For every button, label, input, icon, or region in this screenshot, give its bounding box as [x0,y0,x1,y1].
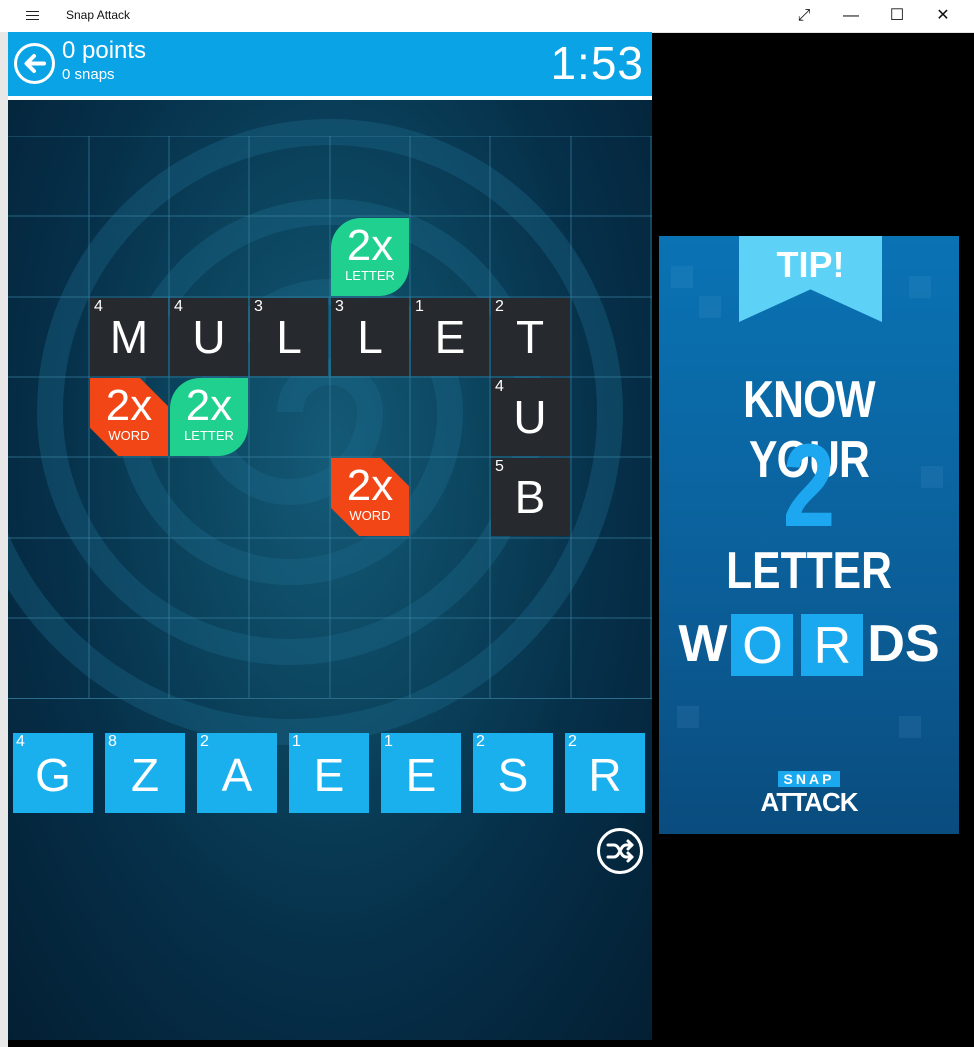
ad-decor-square [671,266,693,288]
tile-letter: E [313,749,345,801]
snaps-label: 0 snaps [62,66,115,83]
ad-words-line: W O R DS [659,614,959,680]
ad-letter: W [678,615,728,673]
ad-letter-tile: O [731,614,794,676]
game-board[interactable]: 4 M 4 U 3 L 3 L 1 E 2 T 4 U 5 B 2x LETTE… [8,136,652,699]
bonus-kind: LETTER [345,268,395,283]
rack-tile[interactable]: 4 G [13,733,93,813]
score-header: 0 points 0 snaps 1:53 [8,32,652,96]
rack-tile[interactable]: 8 Z [105,733,185,813]
board-tile[interactable]: 3 L [331,298,409,376]
bonus-kind: LETTER [184,428,234,443]
close-icon[interactable]: ✕ [920,0,966,32]
board-tile[interactable]: 5 B [491,458,569,536]
logo-bottom-text: ATTACK [760,787,858,817]
rack-tile[interactable]: 1 E [289,733,369,813]
ad-number: 2 [782,420,836,552]
double-letter-bonus[interactable]: 2x LETTER [331,218,409,296]
board-tile[interactable]: 1 E [411,298,489,376]
ad-letter-tile: R [801,614,864,676]
rack-tile[interactable]: 2 R [565,733,645,813]
tile-letter: U [513,391,547,443]
header-divider [8,96,652,100]
tile-letter: L [276,311,302,363]
hamburger-icon[interactable] [18,5,46,27]
tile-letter: T [515,311,545,363]
tile-letter: A [221,749,253,801]
window-edge [0,32,8,1047]
tile-letter: L [357,311,383,363]
tile-letter: Z [130,749,160,801]
tile-letter: U [192,311,226,363]
ad-subline: LETTER [726,542,892,600]
game-area: 0 points 0 snaps 1:53 4 M 4 U 3 L 3 L 1 … [8,32,652,1040]
tile-letter: S [497,749,529,801]
countdown-timer: 1:53 [550,37,644,89]
tile-letter: E [405,749,437,801]
app-title: Snap Attack [66,8,131,22]
tile-letter: M [109,311,149,363]
board-tile[interactable]: 4 M [90,298,168,376]
tile-letter: E [434,311,466,363]
tip-banner: TIP! [739,236,882,322]
bonus-multiplier: 2x [346,221,394,270]
logo-top-text: SNAP [777,771,841,787]
shuffle-icon[interactable] [597,828,643,874]
board-tile[interactable]: 4 U [491,378,569,456]
expand-icon[interactable]: ⤢ [781,0,827,32]
double-letter-bonus[interactable]: 2x LETTER [170,378,248,456]
rack-tile[interactable]: 1 E [381,733,461,813]
points-label: 0 points [62,37,147,64]
tip-label: TIP! [776,244,845,285]
rack-tile[interactable]: 2 S [473,733,553,813]
tile-letter: R [588,749,622,801]
board-tile[interactable]: 4 U [170,298,248,376]
tip-advertisement[interactable]: TIP! KNOW YOUR 2 LETTER W O R DS SNAP ATTAC… [659,236,959,834]
maximize-icon[interactable]: ☐ [874,0,920,32]
minimize-icon[interactable]: — [828,0,874,32]
board-tile[interactable]: 3 L [250,298,328,376]
tile-letter: B [514,471,546,523]
ad-letter: DS [867,615,940,673]
tile-letter: G [35,749,71,801]
back-arrow-icon[interactable] [14,43,55,84]
rack-tile[interactable]: 2 A [197,733,277,813]
board-tile[interactable]: 2 T [491,298,569,376]
title-bar: Snap Attack ⤢ — ☐ ✕ [0,0,974,33]
ad-decor-square [909,276,931,298]
ad-decor-square [899,716,921,738]
bonus-multiplier: 2x [185,381,233,430]
ad-decor-square [677,706,699,728]
ad-decor-square [699,296,721,318]
